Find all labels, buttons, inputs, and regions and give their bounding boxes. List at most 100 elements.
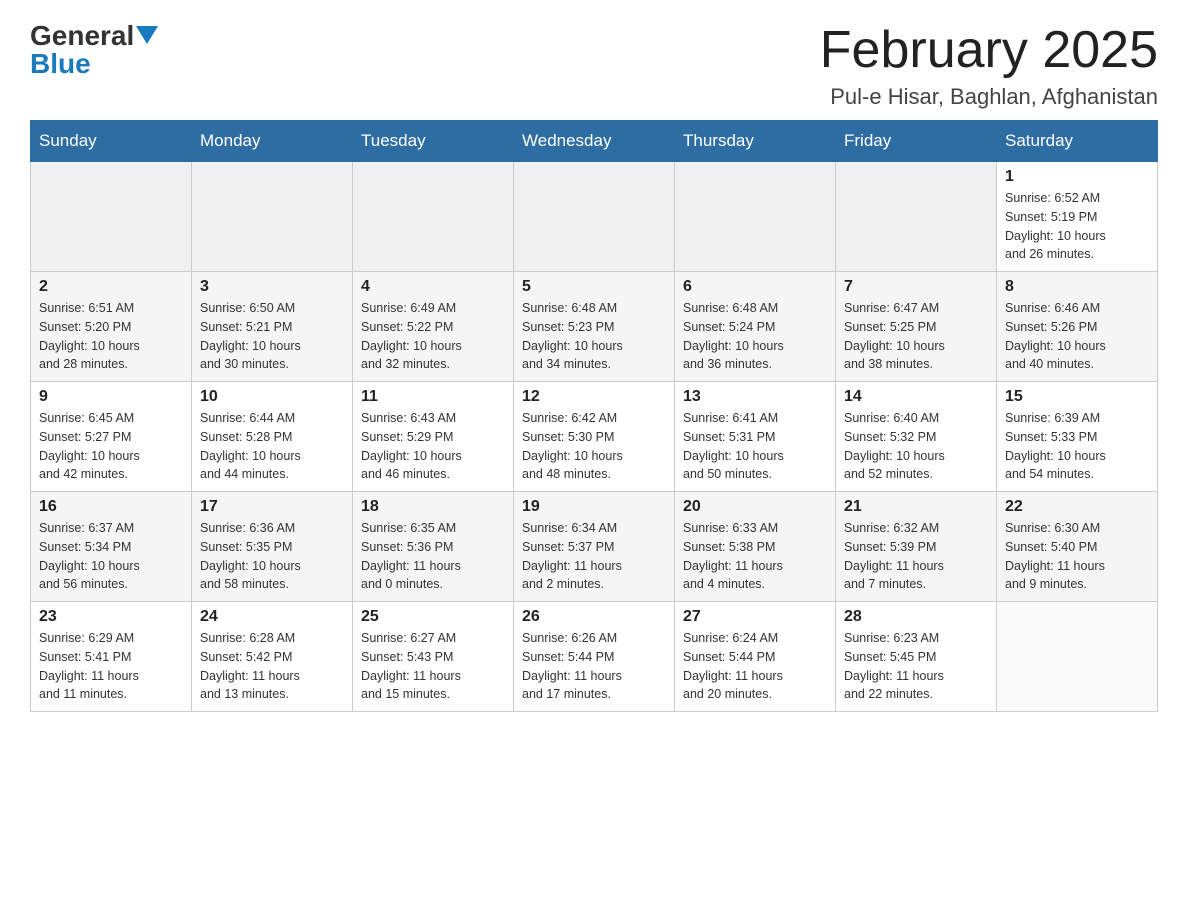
calendar-day: 20 Sunrise: 6:33 AM Sunset: 5:38 PM Dayli…	[675, 492, 836, 602]
day-info: Sunrise: 6:36 AM Sunset: 5:35 PM Dayligh…	[200, 519, 344, 594]
calendar-day	[31, 162, 192, 272]
day-number: 28	[844, 608, 988, 626]
calendar-day	[836, 162, 997, 272]
calendar-day: 8Sunrise: 6:46 AM Sunset: 5:26 PM Daylig…	[997, 272, 1158, 382]
calendar-day	[675, 162, 836, 272]
day-info: Sunrise: 6:26 AM Sunset: 5:44 PM Dayligh…	[522, 629, 666, 704]
day-number: 7	[844, 278, 988, 296]
day-info: Sunrise: 6:29 AM Sunset: 5:41 PM Dayligh…	[39, 629, 183, 704]
calendar-day: 10 Sunrise: 6:44 AM Sunset: 5:28 PM Dayli…	[192, 382, 353, 492]
day-number: 4	[361, 278, 505, 296]
calendar-day	[192, 162, 353, 272]
calendar-day: 28 Sunrise: 6:23 AM Sunset: 5:45 PM Dayli…	[836, 602, 997, 712]
day-number: 26	[522, 608, 666, 626]
calendar-week-1: 1Sunrise: 6:52 AM Sunset: 5:19 PM Daylig…	[31, 162, 1158, 272]
calendar-day: 14Sunrise: 6:40 AM Sunset: 5:32 PM Dayli…	[836, 382, 997, 492]
calendar-day: 1Sunrise: 6:52 AM Sunset: 5:19 PM Daylig…	[997, 162, 1158, 272]
day-info: Sunrise: 6:44 AM Sunset: 5:28 PM Dayligh…	[200, 409, 344, 484]
calendar-day: 21Sunrise: 6:32 AM Sunset: 5:39 PM Dayli…	[836, 492, 997, 602]
calendar-day: 4Sunrise: 6:49 AM Sunset: 5:22 PM Daylig…	[353, 272, 514, 382]
day-info: Sunrise: 6:41 AM Sunset: 5:31 PM Dayligh…	[683, 409, 827, 484]
day-number: 2	[39, 278, 183, 296]
day-info: Sunrise: 6:47 AM Sunset: 5:25 PM Dayligh…	[844, 299, 988, 374]
calendar-day: 5 Sunrise: 6:48 AM Sunset: 5:23 PM Daylig…	[514, 272, 675, 382]
day-number: 5	[522, 278, 666, 296]
logo-blue-text: Blue	[30, 48, 91, 80]
weekday-header-row: SundayMondayTuesdayWednesdayThursdayFrid…	[31, 121, 1158, 162]
day-number: 17	[200, 498, 344, 516]
logo: General Blue	[30, 20, 158, 80]
calendar-day: 22 Sunrise: 6:30 AM Sunset: 5:40 PM Dayli…	[997, 492, 1158, 602]
day-number: 19	[522, 498, 666, 516]
day-info: Sunrise: 6:48 AM Sunset: 5:24 PM Dayligh…	[683, 299, 827, 374]
calendar-day: 16 Sunrise: 6:37 AM Sunset: 5:34 PM Dayli…	[31, 492, 192, 602]
calendar-day: 15 Sunrise: 6:39 AM Sunset: 5:33 PM Dayli…	[997, 382, 1158, 492]
calendar-week-3: 9 Sunrise: 6:45 AM Sunset: 5:27 PM Daylig…	[31, 382, 1158, 492]
day-info: Sunrise: 6:51 AM Sunset: 5:20 PM Dayligh…	[39, 299, 183, 374]
weekday-header-thursday: Thursday	[675, 121, 836, 162]
calendar-day	[353, 162, 514, 272]
day-number: 9	[39, 388, 183, 406]
calendar-day: 25 Sunrise: 6:27 AM Sunset: 5:43 PM Dayli…	[353, 602, 514, 712]
page-header: General Blue February 2025 Pul-e Hisar, …	[30, 20, 1158, 110]
weekday-header-friday: Friday	[836, 121, 997, 162]
day-number: 23	[39, 608, 183, 626]
day-number: 18	[361, 498, 505, 516]
day-number: 13	[683, 388, 827, 406]
day-info: Sunrise: 6:42 AM Sunset: 5:30 PM Dayligh…	[522, 409, 666, 484]
day-info: Sunrise: 6:35 AM Sunset: 5:36 PM Dayligh…	[361, 519, 505, 594]
day-info: Sunrise: 6:39 AM Sunset: 5:33 PM Dayligh…	[1005, 409, 1149, 484]
day-number: 10	[200, 388, 344, 406]
calendar-week-4: 16 Sunrise: 6:37 AM Sunset: 5:34 PM Dayli…	[31, 492, 1158, 602]
day-info: Sunrise: 6:48 AM Sunset: 5:23 PM Dayligh…	[522, 299, 666, 374]
day-number: 24	[200, 608, 344, 626]
calendar-day: 11Sunrise: 6:43 AM Sunset: 5:29 PM Dayli…	[353, 382, 514, 492]
day-info: Sunrise: 6:43 AM Sunset: 5:29 PM Dayligh…	[361, 409, 505, 484]
calendar-day: 26 Sunrise: 6:26 AM Sunset: 5:44 PM Dayli…	[514, 602, 675, 712]
day-number: 15	[1005, 388, 1149, 406]
day-info: Sunrise: 6:37 AM Sunset: 5:34 PM Dayligh…	[39, 519, 183, 594]
day-number: 3	[200, 278, 344, 296]
day-info: Sunrise: 6:50 AM Sunset: 5:21 PM Dayligh…	[200, 299, 344, 374]
calendar-day: 12 Sunrise: 6:42 AM Sunset: 5:30 PM Dayli…	[514, 382, 675, 492]
calendar-table: SundayMondayTuesdayWednesdayThursdayFrid…	[30, 120, 1158, 712]
title-section: February 2025 Pul-e Hisar, Baghlan, Afgh…	[820, 20, 1158, 110]
day-info: Sunrise: 6:52 AM Sunset: 5:19 PM Dayligh…	[1005, 189, 1149, 264]
logo-arrow-icon	[136, 26, 158, 48]
calendar-day: 23 Sunrise: 6:29 AM Sunset: 5:41 PM Dayli…	[31, 602, 192, 712]
calendar-day: 9 Sunrise: 6:45 AM Sunset: 5:27 PM Daylig…	[31, 382, 192, 492]
weekday-header-sunday: Sunday	[31, 121, 192, 162]
day-number: 22	[1005, 498, 1149, 516]
calendar-week-2: 2 Sunrise: 6:51 AM Sunset: 5:20 PM Daylig…	[31, 272, 1158, 382]
day-info: Sunrise: 6:27 AM Sunset: 5:43 PM Dayligh…	[361, 629, 505, 704]
calendar-week-5: 23 Sunrise: 6:29 AM Sunset: 5:41 PM Dayli…	[31, 602, 1158, 712]
day-info: Sunrise: 6:46 AM Sunset: 5:26 PM Dayligh…	[1005, 299, 1149, 374]
calendar-day: 24 Sunrise: 6:28 AM Sunset: 5:42 PM Dayli…	[192, 602, 353, 712]
day-info: Sunrise: 6:33 AM Sunset: 5:38 PM Dayligh…	[683, 519, 827, 594]
day-number: 20	[683, 498, 827, 516]
day-number: 16	[39, 498, 183, 516]
day-number: 6	[683, 278, 827, 296]
calendar-day: 18 Sunrise: 6:35 AM Sunset: 5:36 PM Dayli…	[353, 492, 514, 602]
calendar-day: 7 Sunrise: 6:47 AM Sunset: 5:25 PM Daylig…	[836, 272, 997, 382]
weekday-header-wednesday: Wednesday	[514, 121, 675, 162]
day-number: 12	[522, 388, 666, 406]
calendar-day: 27 Sunrise: 6:24 AM Sunset: 5:44 PM Dayli…	[675, 602, 836, 712]
day-info: Sunrise: 6:24 AM Sunset: 5:44 PM Dayligh…	[683, 629, 827, 704]
month-title: February 2025	[820, 20, 1158, 80]
calendar-day	[514, 162, 675, 272]
calendar-day: 13 Sunrise: 6:41 AM Sunset: 5:31 PM Dayli…	[675, 382, 836, 492]
calendar-day	[997, 602, 1158, 712]
calendar-day: 6 Sunrise: 6:48 AM Sunset: 5:24 PM Daylig…	[675, 272, 836, 382]
weekday-header-saturday: Saturday	[997, 121, 1158, 162]
day-number: 27	[683, 608, 827, 626]
day-info: Sunrise: 6:40 AM Sunset: 5:32 PM Dayligh…	[844, 409, 988, 484]
calendar-day: 19Sunrise: 6:34 AM Sunset: 5:37 PM Dayli…	[514, 492, 675, 602]
day-info: Sunrise: 6:28 AM Sunset: 5:42 PM Dayligh…	[200, 629, 344, 704]
day-info: Sunrise: 6:45 AM Sunset: 5:27 PM Dayligh…	[39, 409, 183, 484]
day-info: Sunrise: 6:30 AM Sunset: 5:40 PM Dayligh…	[1005, 519, 1149, 594]
day-number: 25	[361, 608, 505, 626]
day-info: Sunrise: 6:23 AM Sunset: 5:45 PM Dayligh…	[844, 629, 988, 704]
calendar-day: 17 Sunrise: 6:36 AM Sunset: 5:35 PM Dayli…	[192, 492, 353, 602]
calendar-day: 2 Sunrise: 6:51 AM Sunset: 5:20 PM Daylig…	[31, 272, 192, 382]
